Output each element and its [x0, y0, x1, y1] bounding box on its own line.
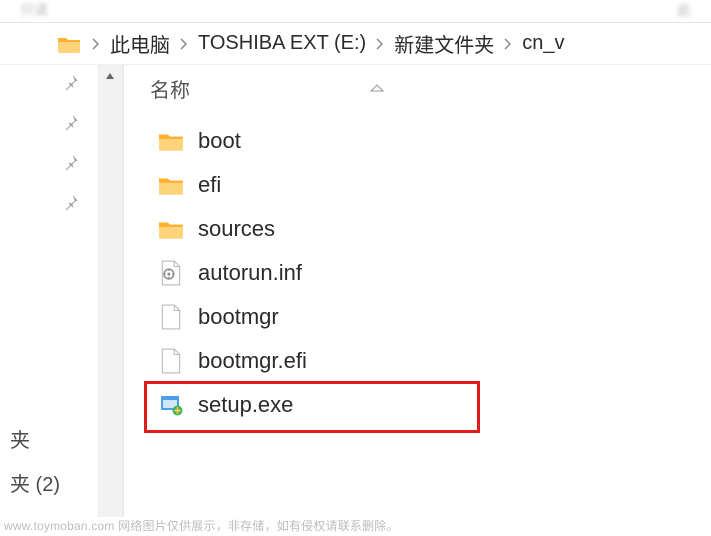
folder-icon [158, 172, 184, 198]
folder-icon [158, 216, 184, 242]
nav-folder-label[interactable]: 夹 (2) [10, 463, 60, 507]
file-icon [158, 348, 184, 374]
pin-icon[interactable] [0, 113, 98, 153]
breadcrumb-item[interactable]: TOSHIBA EXT (E:) [196, 32, 368, 55]
chevron-right-icon [84, 38, 108, 50]
watermark-text: www.toymoban.com 网络图片仅供展示，非存储，如有侵权请联系删除。 [4, 517, 399, 534]
scroll-up-icon[interactable] [99, 69, 122, 83]
nav-folder-label[interactable]: 夹 [10, 419, 60, 463]
file-row[interactable]: bootmgr.efi [150, 339, 711, 383]
sort-indicator-icon[interactable] [190, 81, 384, 95]
inf-icon [158, 260, 184, 286]
nav-scrollbar[interactable] [98, 65, 123, 517]
file-row[interactable]: sources [150, 207, 711, 251]
file-icon [158, 304, 184, 330]
breadcrumb-item[interactable]: 此电脑 [108, 29, 172, 58]
file-name-label: boot [198, 128, 241, 154]
file-list: boot efi sources autorun.inf bootmgr bootmgr.… [150, 105, 711, 427]
nav-truncated-labels: 夹 夹 (2) [10, 419, 60, 507]
chevron-right-icon [496, 38, 520, 50]
file-name-label: autorun.inf [198, 260, 302, 286]
breadcrumb-item[interactable]: 新建文件夹 [392, 29, 496, 58]
file-name-label: bootmgr.efi [198, 348, 307, 374]
file-row[interactable]: boot [150, 119, 711, 163]
file-name-label: setup.exe [198, 392, 293, 418]
chevron-right-icon [368, 38, 392, 50]
file-row[interactable]: autorun.inf [150, 251, 711, 295]
file-row[interactable]: setup.exe [150, 383, 711, 427]
pin-icon[interactable] [0, 193, 98, 233]
exe-icon [158, 392, 184, 418]
navigation-pane: 夹 夹 (2) [0, 65, 124, 517]
file-row[interactable]: bootmgr [150, 295, 711, 339]
folder-icon [56, 34, 82, 54]
pin-icon[interactable] [0, 153, 98, 193]
file-name-label: bootmgr [198, 304, 279, 330]
top-cutoff-bar: 只读 此 [0, 0, 711, 23]
pin-icon[interactable] [0, 73, 98, 113]
column-header-row[interactable]: 名称 [150, 71, 711, 105]
breadcrumb-bar[interactable]: 此电脑 TOSHIBA EXT (E:) 新建文件夹 cn_v [0, 23, 711, 65]
folder-icon [158, 128, 184, 154]
breadcrumb-item[interactable]: cn_v [520, 32, 566, 55]
file-row[interactable]: efi [150, 163, 711, 207]
file-name-label: sources [198, 216, 275, 242]
file-name-label: efi [198, 172, 221, 198]
chevron-right-icon [172, 38, 196, 50]
file-list-area: 名称 boot efi sources autorun.inf bootmgr bootm… [124, 65, 711, 517]
column-header-name[interactable]: 名称 [150, 74, 190, 103]
